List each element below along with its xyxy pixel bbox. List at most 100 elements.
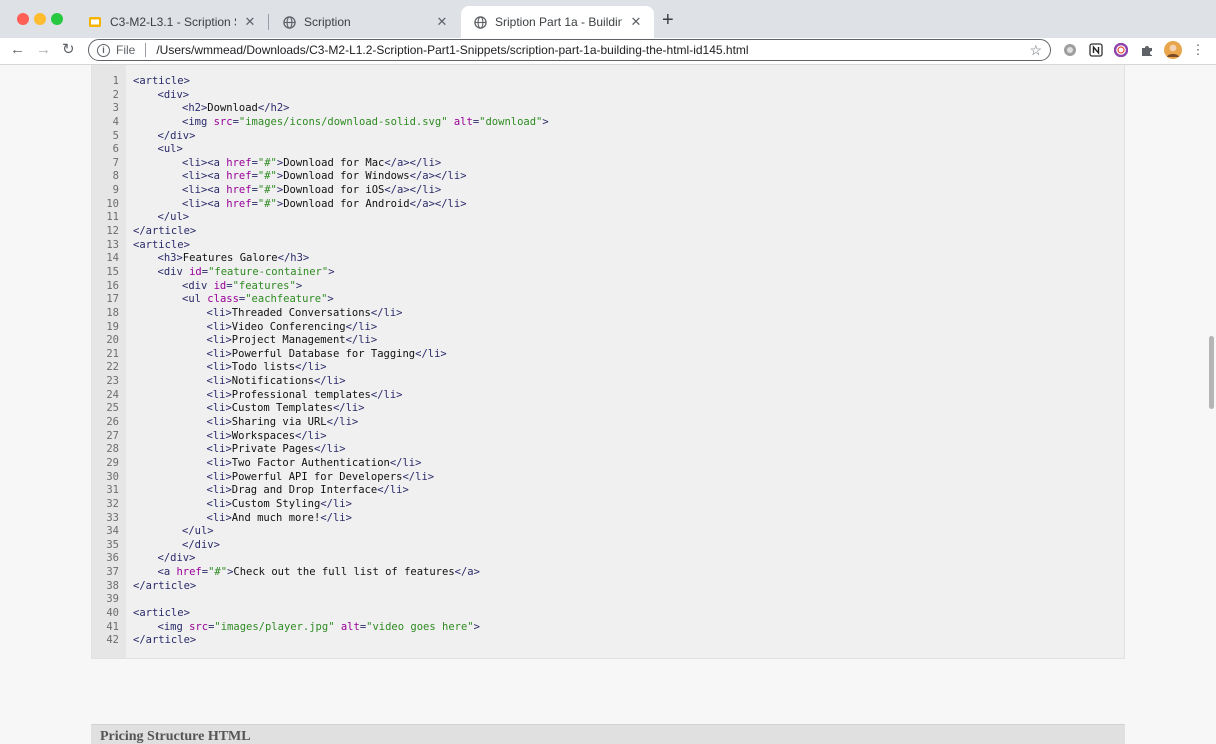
window-minimize-button[interactable] [34, 13, 46, 25]
menu-kebab-icon[interactable]: ⋮ [1190, 42, 1206, 58]
code-text: <li>Video Conferencing</li> [133, 320, 378, 333]
code-token: alt [453, 115, 473, 128]
code-line: 1 <article> [92, 75, 549, 89]
info-icon[interactable]: i [97, 43, 110, 57]
code-token: </li> [313, 443, 346, 456]
code-text: <a href="#">Check out the full list of f… [133, 566, 480, 578]
code-token: <li> [206, 511, 232, 524]
code-token: </li> [415, 347, 447, 360]
code-line: 25 <li>Custom Templates</li> [92, 402, 549, 416]
code-line: 32 <li>Custom Styling</li> [92, 498, 549, 512]
code-token: Check out the full list of features [233, 566, 455, 579]
code-token: </div> [182, 538, 220, 551]
tab-sription-part-1a[interactable]: Sription Part 1a - Building the ✕ [461, 6, 654, 38]
reload-button[interactable]: ↻ [62, 40, 75, 60]
code-token: "video goes here" [366, 620, 474, 633]
code-line: 37 <a href="#">Check out the full list of… [92, 566, 549, 580]
code-token: > [473, 620, 480, 633]
code-text: </ul> [133, 211, 190, 223]
section-title: Pricing Structure HTML [100, 729, 251, 744]
line-number: 38 [106, 579, 119, 592]
code-token: </a></li> [384, 184, 442, 197]
code-line: 34 </ul> [92, 525, 549, 539]
code-line: 21 <li>Powerful Database for Tagging</li> [92, 348, 549, 362]
code-line: 17 <ul class="eachfeature"> [92, 293, 549, 307]
code-token: "#" [257, 184, 277, 197]
line-number: 18 [106, 306, 119, 319]
code-token: <ul> [157, 143, 183, 156]
code-token: Download for Android [283, 197, 410, 210]
profile-avatar[interactable] [1164, 41, 1182, 59]
code-token: alt [340, 620, 360, 633]
code-token: Sharing via URL [231, 416, 327, 429]
code-token: > [295, 279, 303, 292]
code-line: 33 <li>And much more!</li> [92, 512, 549, 526]
back-button[interactable]: ← [10, 40, 25, 60]
browser-toolbar: ← → ↻ i File /Users/wmmead/Downloads/C3-… [0, 38, 1216, 65]
close-icon[interactable]: ✕ [242, 14, 258, 30]
code-token: </li> [345, 320, 378, 333]
code-token: </a></li> [384, 156, 442, 169]
code-token: <li> [206, 416, 232, 429]
notion-extension-icon[interactable] [1088, 42, 1104, 58]
bookmark-star-icon[interactable]: ☆ [1029, 42, 1042, 59]
code-token: Download for Mac [283, 156, 385, 169]
line-number: 41 [106, 620, 119, 633]
code-token: </li> [320, 511, 352, 524]
line-number: 32 [106, 497, 119, 510]
tab-scription[interactable]: Scription ✕ [270, 6, 460, 38]
code-token: <ul [182, 293, 208, 306]
address-bar[interactable]: i File /Users/wmmead/Downloads/C3-M2-L1.… [88, 39, 1051, 61]
code-token: <li> [206, 497, 232, 510]
window-maximize-button[interactable] [51, 13, 63, 25]
forward-button[interactable]: → [36, 40, 51, 60]
url-text[interactable]: /Users/wmmead/Downloads/C3-M2-L1.2-Scrip… [156, 43, 1029, 57]
code-text: <li>Powerful Database for Tagging</li> [133, 348, 447, 360]
code-text: <h3>Features Galore</h3> [133, 252, 310, 265]
code-token: <h3> [157, 252, 183, 265]
page-content: 1 <article> 2 <div> 3 <h2>Download</h2> 4 <img … [0, 65, 1216, 744]
code-token: </h3> [277, 252, 310, 265]
code-line: 2 <div> [92, 89, 549, 103]
code-token: </div> [157, 552, 196, 565]
code-text: <h2>Download</h2> [133, 102, 289, 114]
code-token: </article> [133, 579, 197, 592]
code-text: </div> [133, 552, 196, 565]
camera-extension-icon[interactable] [1062, 42, 1078, 58]
page-scrollbar[interactable] [1209, 336, 1214, 409]
line-number: 34 [106, 525, 119, 538]
line-number: 17 [106, 293, 119, 306]
code-token: id [213, 279, 227, 292]
close-icon[interactable]: ✕ [434, 14, 450, 30]
puzzle-extensions-icon[interactable] [1139, 42, 1155, 58]
code-token: <div [157, 265, 190, 278]
code-token: </article> [133, 225, 197, 238]
code-token: </li> [326, 416, 359, 429]
close-icon[interactable]: ✕ [628, 14, 644, 30]
code-line: 30 <li>Powerful API for Developers</li> [92, 471, 549, 485]
code-token: href [226, 197, 252, 210]
tab-c3-m2-l3-1[interactable]: C3-M2-L3.1 - Scription Site - ✕ [76, 6, 268, 38]
code-text: <ul> [133, 143, 183, 155]
code-token: src [213, 115, 233, 128]
code-token: <article> [133, 606, 190, 619]
code-token: <li> [206, 375, 232, 388]
code-text: <ul class="eachfeature"> [133, 293, 334, 305]
code-text: <li><a href="#">Download for Android</a>… [133, 198, 467, 210]
color-extension-icon[interactable] [1113, 42, 1129, 58]
pricing-section-header: Pricing Structure HTML [91, 724, 1125, 744]
code-line: 35 </div> [92, 539, 549, 553]
window-close-button[interactable] [17, 13, 29, 25]
code-text: <li>Two Factor Authentication</li> [133, 457, 422, 469]
code-text: <li>Workspaces</li> [133, 430, 327, 442]
new-tab-button[interactable]: + [662, 10, 674, 30]
code-text: </article> [133, 225, 196, 237]
line-number: 10 [106, 197, 119, 210]
line-number: 36 [106, 552, 119, 565]
code-text: <li>Custom Templates</li> [133, 402, 365, 414]
code-line: 7 <li><a href="#">Download for Mac</a></l… [92, 157, 549, 171]
code-token: <li><a [182, 184, 227, 197]
code-line: 20 <li>Project Management</li> [92, 334, 549, 348]
code-token: href [176, 566, 202, 579]
code-text: <article> [133, 239, 190, 251]
